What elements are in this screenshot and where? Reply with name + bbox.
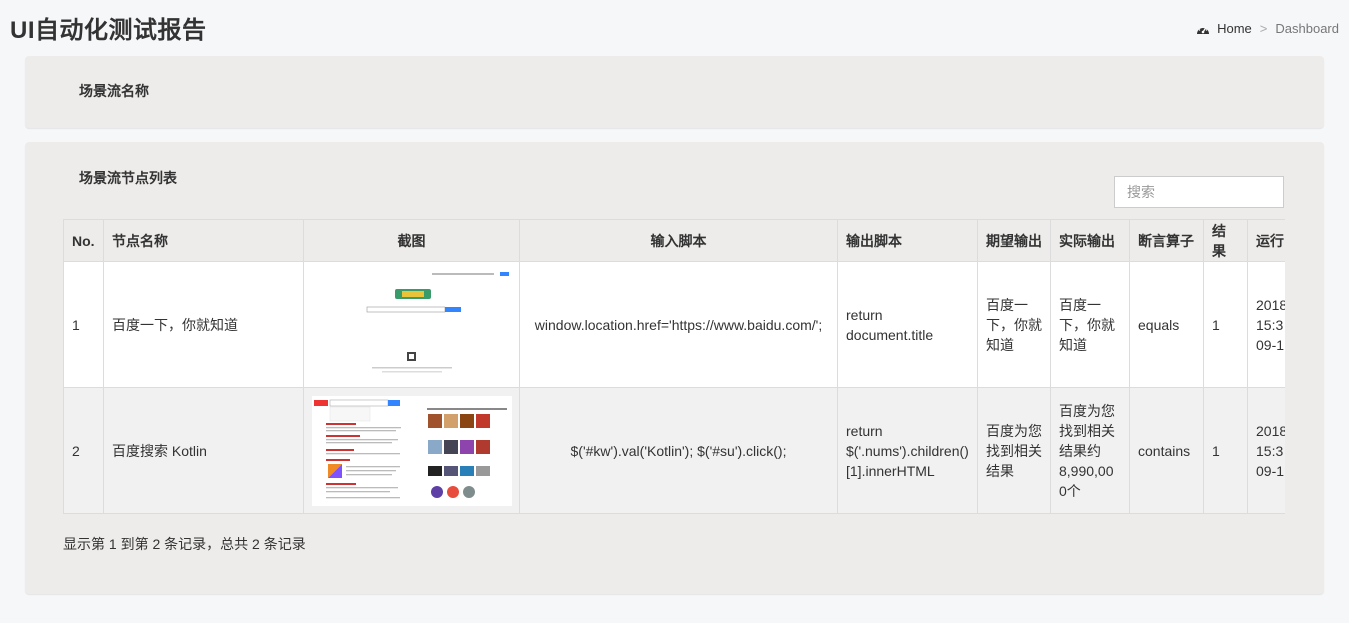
cell-input-script: window.location.href='https://www.baidu.…: [519, 261, 838, 388]
cell-actual-output: 百度一下，你就知道: [1050, 261, 1130, 388]
col-header-node-name[interactable]: 节点名称: [103, 219, 304, 262]
table-row: 2 百度搜索 Kotlin $('#kw').val('Kotlin'); $(…: [63, 387, 1285, 514]
nodes-table: No. 节点名称 截图 输入脚本 输出脚本 期望输出 实际输出 断言算子 结果 …: [63, 219, 1285, 514]
cell-output-script: return $('.nums').children()[1].innerHTM…: [837, 387, 978, 514]
cell-no: 2: [63, 387, 104, 514]
col-header-input-script[interactable]: 输入脚本: [519, 219, 838, 262]
breadcrumb-separator: >: [1259, 21, 1268, 36]
scenario-name-label: 场景流名称: [79, 83, 149, 99]
page-title: UI自动化测试报告: [10, 17, 207, 44]
col-header-result[interactable]: 结果: [1203, 219, 1248, 262]
cell-result: 1: [1203, 261, 1248, 388]
cell-input-script: $('#kw').val('Kotlin'); $('#su').click()…: [519, 387, 838, 514]
cell-run-time: 2018 15:3 09-1: [1247, 261, 1285, 388]
cell-expected-output: 百度为您找到相关结果: [977, 387, 1051, 514]
breadcrumb-current: Dashboard: [1275, 21, 1339, 36]
cell-screenshot: [303, 261, 520, 388]
screenshot-thumbnail-baidu-results[interactable]: [312, 395, 512, 506]
cell-screenshot: [303, 387, 520, 514]
pagination-info: 显示第 1 到第 2 条记录，总共 2 条记录: [63, 536, 306, 552]
scenario-name-box: 场景流名称: [25, 56, 1324, 128]
dashboard-icon: [1197, 26, 1210, 34]
col-header-expected-output[interactable]: 期望输出: [977, 219, 1051, 262]
scenario-nodes-box: 场景流节点列表 No. 节点名称 截图 输入脚本: [25, 142, 1324, 594]
col-header-screenshot[interactable]: 截图: [303, 219, 520, 262]
search-input[interactable]: [1114, 176, 1284, 208]
cell-expected-output: 百度一下，你就知道: [977, 261, 1051, 388]
col-header-output-script[interactable]: 输出脚本: [837, 219, 978, 262]
breadcrumb: Home > Dashboard: [1196, 21, 1339, 36]
screenshot-thumbnail-baidu-home[interactable]: [312, 269, 512, 380]
breadcrumb-home-link[interactable]: Home: [1217, 21, 1252, 36]
scenario-nodes-title: 场景流节点列表: [79, 170, 177, 186]
table-row: 1 百度一下，你就知道 window.location.href='https:…: [63, 261, 1285, 388]
col-header-no[interactable]: No.: [63, 219, 104, 262]
cell-assert-operator: contains: [1129, 387, 1204, 514]
table-header-row: No. 节点名称 截图 输入脚本 输出脚本 期望输出 实际输出 断言算子 结果 …: [63, 219, 1285, 262]
cell-result: 1: [1203, 387, 1248, 514]
cell-output-script: return document.title: [837, 261, 978, 388]
cell-actual-output: 百度为您找到相关结果约8,990,000个: [1050, 387, 1130, 514]
nodes-table-scroll[interactable]: No. 节点名称 截图 输入脚本 输出脚本 期望输出 实际输出 断言算子 结果 …: [63, 219, 1285, 514]
cell-node-name: 百度一下，你就知道: [103, 261, 304, 388]
col-header-run-time[interactable]: 运行: [1247, 219, 1285, 262]
cell-node-name: 百度搜索 Kotlin: [103, 387, 304, 514]
col-header-assert-operator[interactable]: 断言算子: [1129, 219, 1204, 262]
col-header-actual-output[interactable]: 实际输出: [1050, 219, 1130, 262]
cell-no: 1: [63, 261, 104, 388]
cell-run-time: 2018 15:3 09-1: [1247, 387, 1285, 514]
cell-assert-operator: equals: [1129, 261, 1204, 388]
